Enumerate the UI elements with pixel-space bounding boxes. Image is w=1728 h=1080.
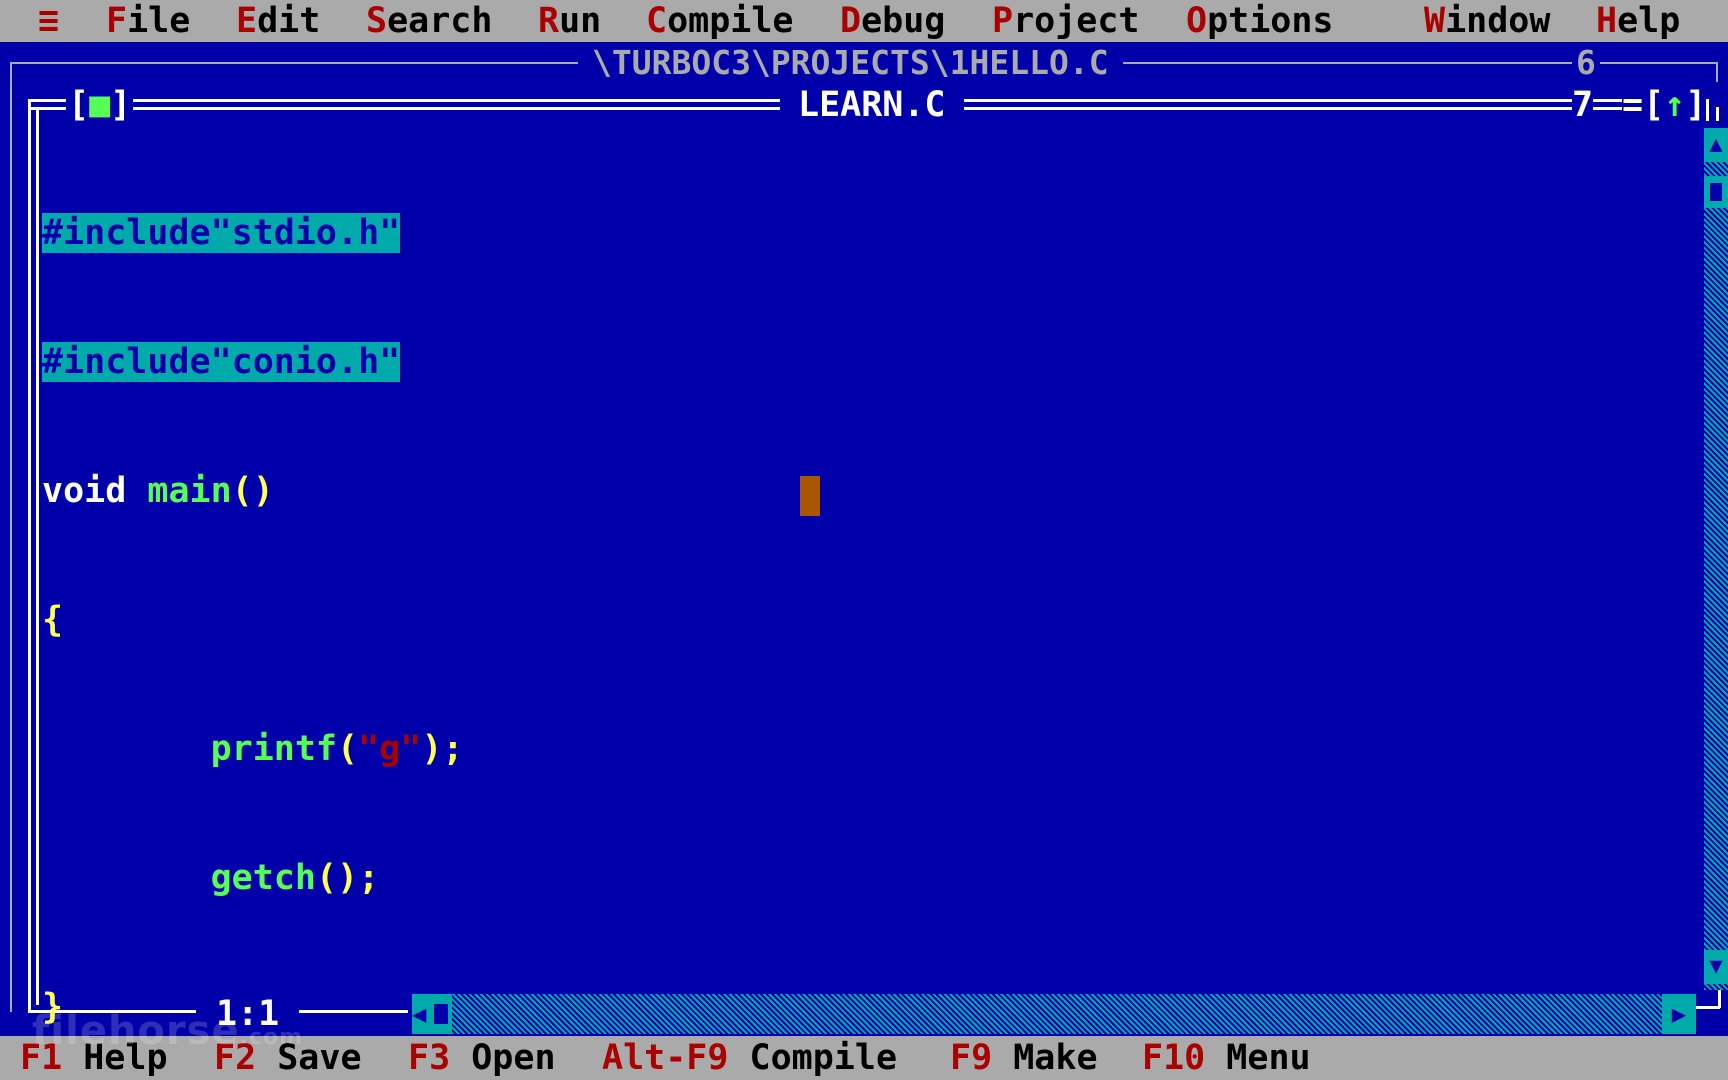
back-window-right-border	[1716, 62, 1718, 82]
code-line: printf("g");	[210, 729, 464, 769]
window-bottom-right-corner-vertical	[1718, 990, 1721, 1008]
window-right-border-outer	[1716, 107, 1719, 121]
horizontal-scrollbar[interactable]	[412, 994, 1672, 1034]
string-literal: g	[379, 729, 401, 769]
menu-edit[interactable]: Edit	[236, 0, 320, 42]
code-line: #include"conio.h"	[42, 341, 463, 384]
code-line: void main()	[42, 470, 463, 513]
punctuation: ();	[315, 858, 380, 898]
status-key-make[interactable]: F9 Make	[950, 1036, 1098, 1080]
horizontal-scroll-thumb[interactable]	[434, 1004, 448, 1024]
status-key-compile[interactable]: Alt-F9 Compile	[602, 1036, 897, 1080]
selected-text: #include"stdio.h"	[42, 213, 401, 253]
zoom-arrow-icon: ↑	[1664, 85, 1686, 125]
punctuation: ()	[231, 471, 274, 511]
scroll-right-icon[interactable]: ▶	[1662, 994, 1696, 1034]
menu-bar: ≡ File Edit Search Run Compile Debug Pro…	[0, 0, 1728, 42]
status-key-menu[interactable]: F10 Menu	[1142, 1036, 1311, 1080]
back-window-number: 6	[1572, 44, 1600, 82]
menu-debug[interactable]: Debug	[840, 0, 945, 42]
menu-compile[interactable]: Compile	[646, 0, 794, 42]
vertical-scroll-thumb[interactable]	[1704, 176, 1728, 208]
function-name: printf	[210, 729, 338, 769]
window-right-border	[1706, 99, 1709, 121]
code-editor[interactable]: #include"stdio.h" #include"conio.h" void…	[42, 126, 463, 1072]
selected-text: #include"conio.h"	[42, 342, 401, 382]
scroll-down-icon[interactable]: ▼	[1704, 950, 1728, 984]
menu-file[interactable]: File	[106, 0, 190, 42]
menu-run[interactable]: Run	[538, 0, 601, 42]
function-name: getch	[210, 858, 316, 898]
code-line: #include"stdio.h"	[42, 212, 463, 255]
menu-project[interactable]: Project	[992, 0, 1140, 42]
status-key-open[interactable]: F3 Open	[408, 1036, 556, 1080]
text-cursor	[800, 476, 820, 516]
menu-help[interactable]: Help	[1596, 0, 1680, 42]
vertical-scrollbar[interactable]	[1704, 128, 1728, 990]
window-left-border	[28, 99, 31, 1011]
scroll-up-icon[interactable]: ▲	[1704, 128, 1728, 162]
function-name: main	[147, 471, 232, 511]
keyword: void	[42, 471, 127, 511]
close-icon: ■	[89, 85, 111, 125]
watermark-logo: filehorse.com	[32, 1008, 304, 1054]
window-title[interactable]: LEARN.C	[780, 84, 964, 126]
back-window-title[interactable]: \TURBOC3\PROJECTS\1HELLO.C	[578, 44, 1123, 82]
window-zoom-button[interactable]: =[↑]	[1622, 84, 1707, 126]
menu-window[interactable]: Window	[1424, 0, 1550, 42]
code-line: {	[42, 599, 463, 642]
code-line: getch();	[42, 857, 463, 900]
system-menu-icon[interactable]: ≡	[38, 0, 59, 42]
menu-search[interactable]: Search	[366, 0, 492, 42]
window-number: 7	[1572, 84, 1594, 126]
window-close-button[interactable]: [■]	[66, 84, 134, 126]
punctuation: {	[42, 600, 64, 640]
menu-options[interactable]: Options	[1186, 0, 1334, 42]
window-left-border-inner	[36, 107, 39, 1005]
back-window-left-border	[10, 62, 12, 1012]
